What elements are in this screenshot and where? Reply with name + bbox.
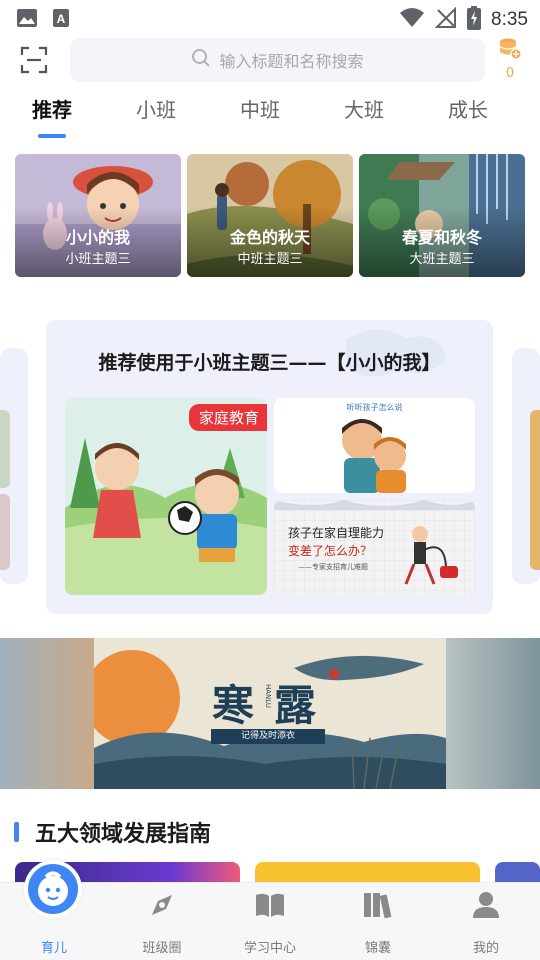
banner-subtitle: 记得及时添衣 xyxy=(211,729,325,744)
status-bar: A 8:35 xyxy=(0,0,540,36)
tab-big-class[interactable]: 大班 xyxy=(329,94,399,123)
banner-prev-peek[interactable] xyxy=(0,638,94,789)
image-icon xyxy=(16,8,38,32)
theme-card-subtitle: 中班主题三 xyxy=(237,252,303,267)
recommend-title: 推荐使用于小班主题三——【小小的我】 xyxy=(98,352,441,374)
tab-middle-class[interactable]: 中班 xyxy=(225,94,295,123)
search-row: 输入标题和名称搜索 0 xyxy=(0,38,540,84)
section-accent-bar xyxy=(14,822,19,842)
theme-card-title: 金色的秋天 xyxy=(229,228,310,247)
coins-icon xyxy=(498,38,522,64)
scan-icon[interactable] xyxy=(20,46,48,74)
no-signal-icon xyxy=(434,6,457,33)
svg-text:A: A xyxy=(57,12,66,26)
nav-label: 锦囊 xyxy=(364,941,391,956)
book-icon xyxy=(254,889,286,921)
recommend-article-family-education[interactable]: 家庭教育 xyxy=(65,398,267,595)
person-icon xyxy=(470,889,502,921)
theme-cards: 小小的我 小班主题三 金色的秋天 中班主题三 春夏和秋冬 大班主题三 xyxy=(15,154,525,277)
tab-indicator xyxy=(38,134,66,138)
coin-count: 0 xyxy=(505,66,515,81)
theme-card-subtitle: 大班主题三 xyxy=(409,252,475,267)
search-icon xyxy=(191,48,211,72)
solar-term-banner[interactable]: 寒露 HANLU 记得及时添衣 xyxy=(94,638,446,789)
article-line: 孩子在家自理能力 xyxy=(288,526,385,540)
recommend-article-child-voice[interactable]: 听听孩子怎么说 xyxy=(274,398,475,493)
article-line: 变差了怎么办？ xyxy=(288,544,373,558)
nav-parenting-bubble[interactable] xyxy=(24,860,82,918)
tab-small-class[interactable]: 小班 xyxy=(121,94,191,123)
recommend-article-self-care[interactable]: 孩子在家自理能力 变差了怎么办？ ——专家支招育儿难题 xyxy=(274,500,475,595)
section-header: 五大领域发展指南 xyxy=(14,816,211,848)
nav-label: 我的 xyxy=(472,941,499,956)
nav-tips[interactable]: 锦囊 xyxy=(324,883,432,960)
search-input[interactable]: 输入标题和名称搜索 xyxy=(70,38,485,82)
category-tabs: 推荐 小班 中班 大班 成长 xyxy=(0,94,540,142)
article-cover-image xyxy=(342,419,406,493)
family-education-badge: 家庭教育 xyxy=(188,404,267,431)
nav-label: 学习中心 xyxy=(243,941,296,956)
nav-mine[interactable]: 我的 xyxy=(432,883,540,960)
font-icon: A xyxy=(52,8,70,32)
theme-card-title: 小小的我 xyxy=(65,228,130,247)
nav-label: 班级圈 xyxy=(142,941,182,956)
theme-card-subtitle: 小班主题三 xyxy=(65,252,131,267)
theme-card-golden-autumn[interactable]: 金色的秋天 中班主题三 xyxy=(187,154,353,277)
theme-card-title: 春夏和秋冬 xyxy=(401,228,482,247)
status-time: 8:35 xyxy=(491,9,528,30)
theme-card-seasons[interactable]: 春夏和秋冬 大班主题三 xyxy=(359,154,525,277)
recommend-panel[interactable]: 推荐使用于小班主题三——【小小的我】 家庭教育 听听孩子怎么说 孩子在家自理能力… xyxy=(46,320,493,614)
carousel-prev-peek[interactable] xyxy=(0,348,28,584)
nav-class-circle[interactable]: 班级圈 xyxy=(108,883,216,960)
theme-card-little-me[interactable]: 小小的我 小班主题三 xyxy=(15,154,181,277)
coin-button[interactable]: 0 xyxy=(496,38,524,82)
tab-recommend[interactable]: 推荐 xyxy=(17,94,87,123)
battery-charging-icon xyxy=(467,6,482,34)
article-line: ——专家支招育儿难题 xyxy=(298,563,368,571)
banner-pinyin: HANLU xyxy=(264,684,272,708)
wifi-icon xyxy=(399,7,425,33)
tab-growth[interactable]: 成长 xyxy=(433,94,503,123)
section-title: 五大领域发展指南 xyxy=(35,822,212,847)
nav-learning-center[interactable]: 学习中心 xyxy=(216,883,324,960)
books-icon xyxy=(362,889,394,921)
baby-face-icon xyxy=(28,871,78,918)
nav-label: 育儿 xyxy=(40,941,67,956)
banner-next-peek[interactable] xyxy=(446,638,540,789)
carousel-next-peek[interactable] xyxy=(512,348,540,584)
compass-icon xyxy=(146,889,178,921)
search-placeholder: 输入标题和名称搜索 xyxy=(219,52,364,71)
banner-title: 寒露 xyxy=(212,681,337,730)
